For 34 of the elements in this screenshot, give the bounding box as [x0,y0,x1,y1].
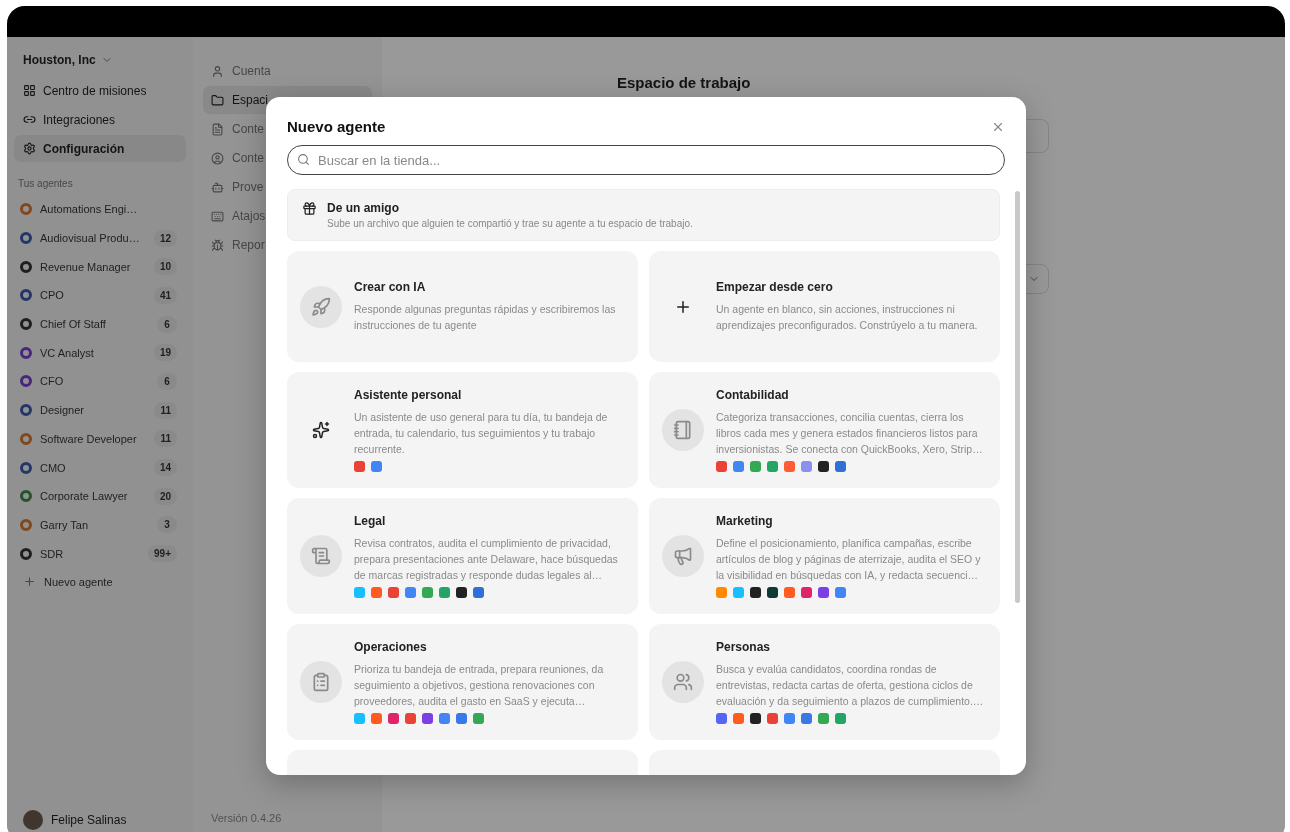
card-description: Busca y evalúa candidatos, coordina rondas de entrevistas, redacta cartas de oferta, gestiona ciclos de evaluación y da seguimiento a plazos de cumplimiento.… [716,662,985,709]
dialog-title: Nuevo agente [287,118,386,135]
card-description: Responde algunas preguntas rápidas y escribiremos las instrucciones de tu agente [354,302,617,333]
count-badge: 19 [153,344,177,362]
count-badge: 20 [153,487,177,505]
count-badge: 12 [153,229,177,247]
card-title: Legal [354,514,387,528]
page-title: Espacio de trabajo [617,74,752,91]
count-badge: 6 [157,372,177,390]
card-title: Empezar desde cero [716,280,834,294]
count-badge: 3 [157,516,177,534]
card-description: Un asistente de uso general para tu día, tu bandeja de entrada, tu calendario, tus seguimientos y tu trabajo recurrente. [354,410,609,457]
card-description: Prioriza tu bandeja de entrada, prepara reuniones, da seguimiento a objetivos, gestiona renovaciones con proveedores, audita el gasto en SaaS y ejecuta… [354,662,605,709]
count-badge: 41 [153,286,177,304]
section-label: Tus agentes [17,177,74,191]
count-badge: 6 [157,315,177,333]
card-description: Revisa contratos, audita el cumplimiento de privacidad, prepara presentaciones ante Delaware, hace búsquedas de marcas registradas y responde dudas legales al… [354,536,619,583]
card-title: Operaciones [354,640,428,654]
count-badge: 11 [154,430,177,448]
card-title: Contabilidad [716,388,790,402]
card-description: Sube un archivo que alguien te compartió y trae su agente a tu espacio de trabajo. [327,218,693,229]
card-description: Categoriza transacciones, concilia cuentas, cierra los libros cada mes y genera estados financieros listos para inversionistas. Se conecta con QuickBooks, Xero, Strip… [716,410,984,457]
count-badge: 11 [154,401,177,419]
count-badge: 99+ [148,545,177,563]
count-badge: 10 [153,258,177,276]
card-title: Marketing [716,514,774,528]
card-description: Define el posicionamiento, planifica campañas, escribe artículos de blog y páginas de aterrizaje, audita el SEO y la visibilidad en búsquedas con IA, y redacta secuenci… [716,536,982,583]
count-badge: 14 [153,459,177,477]
version-label: Versión 0.4.26 [210,812,283,824]
card-description: Un agente en blanco, sin acciones, instrucciones ni aprendizajes preconfigurados. Constrúyelo a tu manera. [716,302,979,333]
card-title: Asistente personal [354,388,463,402]
card-title: Crear con IA [354,280,427,294]
card-title: Personas [716,640,772,654]
card-title: De un amigo [327,201,400,215]
